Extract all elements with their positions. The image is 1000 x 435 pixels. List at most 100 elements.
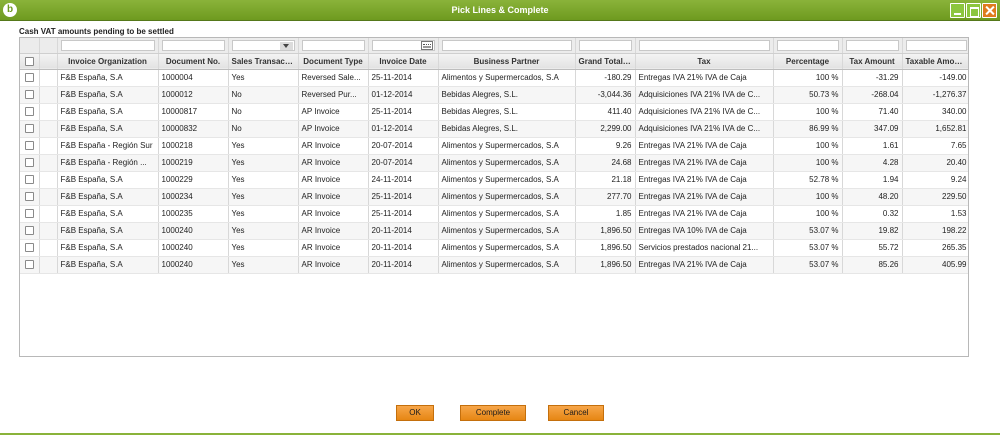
row-spacer [39,188,58,206]
row-checkbox[interactable] [24,90,34,100]
row-select-cell[interactable] [20,103,40,121]
row-select-cell[interactable] [20,188,40,206]
row-select-cell[interactable] [20,154,40,172]
filter-invoice-date[interactable] [368,38,439,54]
row-checkbox[interactable] [24,124,34,134]
table-cell: 85.26 [842,256,903,274]
column-header[interactable]: Invoice Date [368,53,439,70]
table-cell: 405.99 [902,256,968,274]
table-row[interactable]: F&B España, S.A 10000817 No AP Invoice 25-11… [20,103,968,121]
table-cell: -31.29 [842,69,903,87]
table-cell: 1,896.50 [575,222,636,240]
column-header[interactable]: Grand Total A... [575,53,636,70]
table-cell: 86.99 % [773,120,843,138]
table-row[interactable]: F&B España, S.A 1000012 No Reversed Pur... 0… [20,86,968,104]
table-row[interactable]: F&B España, S.A 1000234 Yes AR Invoice 25-11… [20,188,968,206]
maximize-icon[interactable] [966,3,981,18]
filter-business-partner[interactable] [438,38,576,54]
complete-button[interactable]: Complete [460,405,526,421]
table-cell: -180.29 [575,69,636,87]
row-checkbox[interactable] [24,243,34,253]
table-cell: AR Invoice [298,256,369,274]
filter-percentage[interactable] [773,38,843,54]
calendar-icon[interactable] [420,40,433,50]
row-checkbox[interactable] [24,158,34,168]
table-cell: Yes [228,222,299,240]
row-select-cell[interactable] [20,205,40,223]
table-cell: Adquisiciones IVA 21% IVA de C... [635,86,774,104]
close-icon[interactable] [982,3,997,18]
column-header[interactable]: Taxable Amount [902,53,968,70]
table-cell: AR Invoice [298,205,369,223]
table-cell: 1000004 [158,69,229,87]
filter-tax-amount[interactable] [842,38,903,54]
checkbox-icon[interactable] [24,56,34,66]
row-select-cell[interactable] [20,137,40,155]
table-cell: F&B España, S.A [57,103,159,121]
filter-grand-total[interactable] [575,38,636,54]
table-cell: Alimentos y Supermercados, S.A [438,222,576,240]
filter-cell [20,38,40,54]
table-row[interactable]: F&B España, S.A 1000240 Yes AR Invoice 20-11… [20,239,968,257]
row-select-cell[interactable] [20,222,40,240]
filter-tax[interactable] [635,38,774,54]
table-cell: -268.04 [842,86,903,104]
table-row[interactable]: F&B España - Región Sur 1000218 Yes AR Invo… [20,137,968,155]
column-header[interactable]: Sales Transaction [228,53,299,70]
table-cell: 340.00 [902,103,968,121]
minimize-icon[interactable] [950,3,965,18]
table-cell: 265.35 [902,239,968,257]
table-row[interactable]: F&B España, S.A 1000229 Yes AR Invoice 24-11… [20,171,968,189]
row-select-cell[interactable] [20,120,40,138]
row-checkbox[interactable] [24,107,34,117]
table-cell: 2,299.00 [575,120,636,138]
table-row[interactable]: F&B España - Región ... 1000219 Yes AR Invo… [20,154,968,172]
row-select-cell[interactable] [20,86,40,104]
row-checkbox[interactable] [24,73,34,83]
column-header[interactable]: Document No. [158,53,229,70]
table-cell: 20-11-2014 [368,239,439,257]
column-header[interactable]: Document Type [298,53,369,70]
table-cell: 71.40 [842,103,903,121]
row-checkbox[interactable] [24,175,34,185]
column-header[interactable]: Tax [635,53,774,70]
row-checkbox[interactable] [24,141,34,151]
column-header[interactable]: Tax Amount [842,53,903,70]
row-spacer [39,137,58,155]
select-all-checkbox[interactable] [20,53,40,70]
table-cell: 229.50 [902,188,968,206]
lines-grid[interactable]: Invoice Organization Document No. Sales … [19,37,969,357]
row-select-cell[interactable] [20,256,40,274]
column-header[interactable]: Percentage [773,53,843,70]
row-checkbox[interactable] [24,226,34,236]
table-cell: Alimentos y Supermercados, S.A [438,171,576,189]
row-select-cell[interactable] [20,239,40,257]
row-checkbox[interactable] [24,192,34,202]
table-row[interactable]: F&B España, S.A 1000235 Yes AR Invoice 25-11… [20,205,968,223]
table-cell: Entregas IVA 21% IVA de Caja [635,154,774,172]
filter-sales-transaction[interactable] [228,38,299,54]
row-spacer [39,86,58,104]
row-checkbox[interactable] [24,209,34,219]
table-cell: AP Invoice [298,120,369,138]
cancel-button[interactable]: Cancel [548,405,604,421]
table-row[interactable]: F&B España, S.A 1000240 Yes AR Invoice 20-11… [20,256,968,274]
table-row[interactable]: F&B España, S.A 1000004 Yes Reversed Sale..… [20,69,968,87]
ok-button[interactable]: OK [396,405,434,421]
table-cell: Entregas IVA 21% IVA de Caja [635,137,774,155]
filter-document-no[interactable] [158,38,229,54]
dropdown-arrow-icon[interactable] [279,41,293,50]
table-cell: 9.24 [902,171,968,189]
column-header[interactable]: Invoice Organization [57,53,159,70]
row-select-cell[interactable] [20,69,40,87]
filter-taxable-amount[interactable] [902,38,968,54]
column-header[interactable]: Business Partner [438,53,576,70]
row-checkbox[interactable] [24,260,34,270]
table-cell: Alimentos y Supermercados, S.A [438,69,576,87]
row-spacer [39,205,58,223]
row-select-cell[interactable] [20,171,40,189]
filter-invoice-organization[interactable] [57,38,159,54]
table-row[interactable]: F&B España, S.A 10000832 No AP Invoice 01-12… [20,120,968,138]
table-row[interactable]: F&B España, S.A 1000240 Yes AR Invoice 20-11… [20,222,968,240]
filter-document-type[interactable] [298,38,369,54]
